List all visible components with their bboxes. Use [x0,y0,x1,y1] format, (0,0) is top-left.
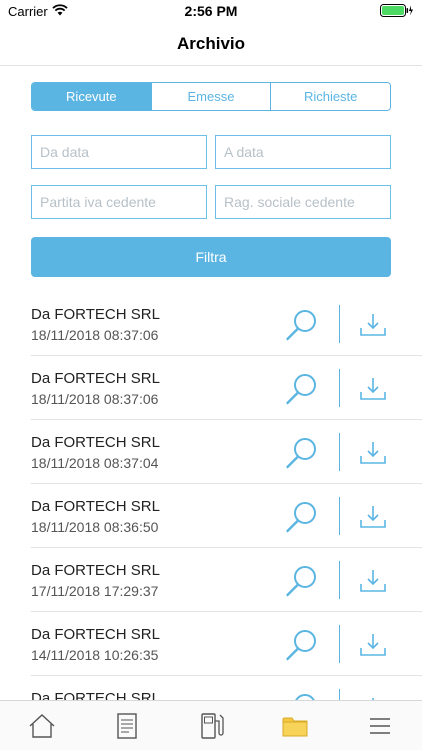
record-sender: Da FORTECH SRL [31,370,160,387]
da-data-input[interactable] [31,135,207,169]
record-sender: Da FORTECH SRL [31,498,160,515]
record-sender: Da FORTECH SRL [31,626,160,643]
battery-icon [380,4,413,17]
search-icon[interactable] [285,372,319,406]
a-data-input[interactable] [215,135,391,169]
clock-label: 2:56 PM [184,3,238,19]
record-sender: Da FORTECH SRL [31,690,160,700]
ragione-sociale-input[interactable] [215,185,391,219]
tab-fuel[interactable] [169,701,253,750]
search-icon[interactable] [285,500,319,534]
search-icon[interactable] [285,628,319,662]
tab-bar [0,700,422,750]
row-divider [339,433,340,471]
menu-icon [369,717,390,734]
record-date: 18/11/2018 08:37:06 [31,391,159,407]
segment-richieste[interactable]: Richieste [270,83,390,110]
row-divider [339,305,340,343]
record-date: 18/11/2018 08:36:50 [31,519,159,535]
list-item: Da FORTECH SRL 18/11/2018 08:37:06 [31,292,422,356]
list-item: Da FORTECH SRL 17/11/2018 17:29:37 [31,548,422,612]
record-sender: Da FORTECH SRL [31,306,160,323]
list-item: Da FORTECH SRL 14/11/2018 10:26:35 [31,612,422,676]
navigation-bar: Archivio [0,22,422,66]
download-icon[interactable] [359,440,387,466]
record-date: 18/11/2018 08:37:06 [31,327,159,343]
record-date: 17/11/2018 17:29:37 [31,583,159,599]
folder-icon [282,717,308,736]
row-divider [339,369,340,407]
archive-type-segmented-control: Ricevute Emesse Richieste [31,82,391,111]
list-item: Da FORTECH SRL 18/11/2018 08:37:04 [31,420,422,484]
home-icon [29,713,55,738]
tab-home[interactable] [0,701,84,750]
tab-documents[interactable] [84,701,168,750]
search-icon[interactable] [285,692,319,700]
partita-iva-input[interactable] [31,185,207,219]
download-icon[interactable] [359,376,387,402]
segment-emesse[interactable]: Emesse [150,83,271,110]
download-icon[interactable] [359,312,387,338]
search-icon[interactable] [285,436,319,470]
record-date: 18/11/2018 08:37:04 [31,455,159,471]
row-divider [339,689,340,700]
page-title: Archivio [176,34,246,53]
row-divider [339,497,340,535]
download-icon[interactable] [359,504,387,530]
list-item: Da FORTECH SRL 18/11/2018 08:37:06 [31,356,422,420]
search-icon[interactable] [285,564,319,598]
records-list[interactable]: Da FORTECH SRL 18/11/2018 08:37:06 Da FO… [0,292,422,700]
record-sender: Da FORTECH SRL [31,434,160,451]
filtra-button[interactable]: Filtra [31,237,391,277]
list-item: Da FORTECH SRL 18/11/2018 08:36:50 [31,484,422,548]
tab-menu[interactable] [338,701,422,750]
document-icon [116,712,137,739]
download-icon[interactable] [359,632,387,658]
row-divider [339,625,340,663]
row-divider [339,561,340,599]
search-icon[interactable] [285,308,319,342]
download-icon[interactable] [359,568,387,594]
tab-archive[interactable] [253,701,337,750]
fuel-pump-icon [201,712,224,739]
list-item: Da FORTECH SRL [31,676,422,700]
record-sender: Da FORTECH SRL [31,562,160,579]
status-bar: Carrier 2:56 PM [0,0,422,22]
record-date: 14/11/2018 10:26:35 [31,647,159,663]
segment-ricevute[interactable]: Ricevute [32,83,151,110]
